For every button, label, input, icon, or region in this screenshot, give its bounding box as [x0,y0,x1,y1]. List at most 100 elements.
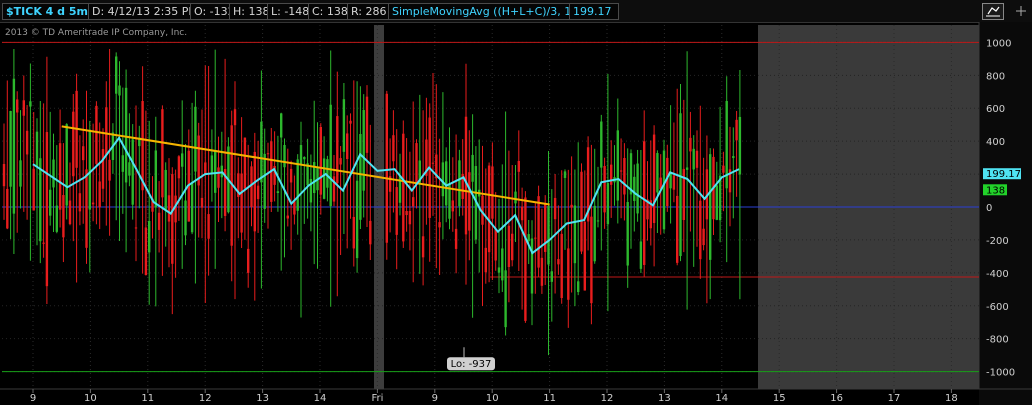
candle-body [676,195,679,263]
candle-body [692,148,695,170]
candle-body [283,144,286,168]
candle-body [164,169,167,210]
candle-body [603,165,606,213]
candle-body [266,153,270,155]
drawing-tool-button[interactable] [982,3,1004,20]
candle-body [289,168,293,183]
symbol-label[interactable]: $TICK 4 d 5m [2,3,90,20]
candle-body [55,205,58,232]
sma-value-text: 199.17 [986,169,1021,180]
candle-body [636,163,639,214]
candle-body [438,222,441,228]
candle-body [679,113,682,257]
candle-body [359,134,362,220]
candle-body [392,135,395,162]
close-value-text: 138 [986,185,1005,196]
candle-body [639,241,643,269]
low-label: L: -148 [267,3,311,20]
candle-body [537,196,540,268]
candle-body [732,156,735,159]
candle-body [616,130,619,201]
candle-body [491,166,494,219]
candle-body [709,154,712,260]
x-tick-label: Fri [371,393,383,404]
candle-body [260,121,263,183]
candle-body [685,167,689,170]
candle-body [689,137,692,152]
candle-body [280,113,283,138]
candle-body [718,175,722,221]
x-tick-label: 11 [141,393,154,404]
candle-body [299,145,303,166]
candle-body [454,228,458,249]
candle-body [190,182,194,233]
candle-body [42,242,45,244]
candle-body [580,171,583,252]
x-tick-label: 9 [30,393,36,404]
candle-body [583,221,586,291]
open-label: O: -132 [190,3,235,20]
candle-body [58,143,62,210]
date-label: D: 4/12/13 2:35 PM [88,3,198,20]
candle-body [514,191,517,204]
candle-body [540,257,544,286]
candle-body [471,154,474,182]
candle-body [494,228,497,261]
candle-body [181,153,184,167]
candle-body [200,197,204,208]
candle-body [171,174,174,264]
candle-body [6,188,9,229]
candle-body [524,197,527,321]
x-tick-label: 13 [658,393,671,404]
candle-body [464,116,468,235]
candle-body [699,200,702,260]
candle-body [167,195,171,222]
candle-body [207,214,210,239]
candle-body [45,132,49,287]
y-tick-label: 0 [986,203,992,214]
candle-body [626,202,629,266]
candle-body [722,165,725,173]
copyright-label: 2013 © TD Ameritrade IP Company, Inc. [5,28,188,38]
candle-body [65,124,68,206]
candle-body [362,110,365,191]
candle-body [2,163,6,187]
crosshair-icon[interactable] [1016,6,1026,16]
candle-body [405,211,408,216]
candle-body [656,153,659,193]
candle-body [352,216,355,249]
candle-body [501,248,504,281]
candle-body [49,189,52,216]
x-tick-label: 16 [830,393,843,404]
candle-body [256,185,260,200]
study-label[interactable]: SimpleMovingAvg ((H+L+C)/3, 10, 0) [388,3,597,20]
candle-body [385,93,388,243]
chart-canvas[interactable]: 10008006004002000-200-400-600-800-100019… [0,22,1032,405]
candle-body [507,225,511,267]
candle-body [421,236,425,258]
close-label: C: 138 [308,3,350,20]
candle-body [144,227,148,276]
x-tick-label: 15 [773,393,786,404]
y-tick-label: -600 [986,302,1009,313]
candle-body [560,233,563,298]
candle-body [563,171,567,178]
candle-body [184,200,187,236]
candle-body [296,159,299,211]
x-tick-label: 12 [601,393,614,404]
candle-body [141,100,144,191]
range-label: R: 286 [347,3,391,20]
x-tick-label: 11 [543,393,556,404]
candle-body [121,155,124,172]
candle-body [402,133,405,242]
candle-body [600,121,603,168]
candle-body [52,159,55,188]
candle-body [293,201,296,215]
candle-body [520,206,524,221]
candle-body [484,247,487,273]
candle-body [118,85,121,96]
candle-body [619,170,623,172]
y-tick-label: -800 [986,335,1009,346]
candle-body [511,233,514,261]
candle-body [134,227,138,229]
